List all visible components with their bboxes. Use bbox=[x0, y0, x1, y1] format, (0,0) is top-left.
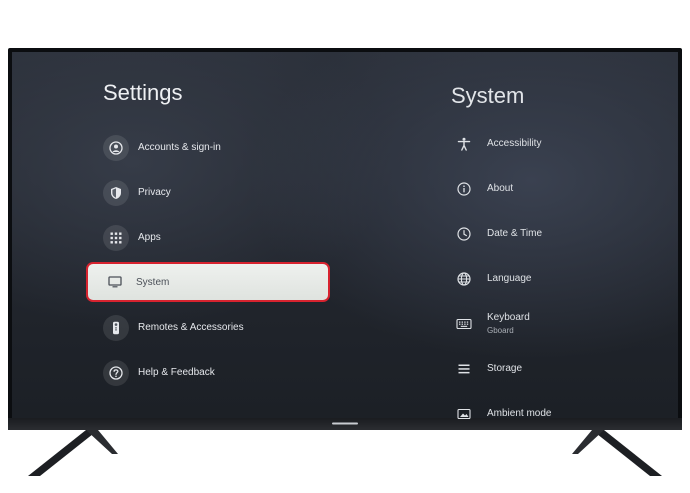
system-item-label: About bbox=[487, 183, 514, 194]
system-item-label: Accessibility bbox=[487, 138, 542, 149]
system-item-date-time[interactable]: Date & Time bbox=[452, 211, 662, 256]
clock-icon bbox=[453, 223, 475, 245]
menu-item-privacy[interactable]: Privacy bbox=[86, 170, 330, 215]
system-item-about[interactable]: About bbox=[452, 166, 662, 211]
menu-item-help[interactable]: Help & Feedback bbox=[86, 350, 330, 395]
photo-stage: Settings Accounts & sign-in Privacy Apps… bbox=[0, 0, 690, 493]
system-item-label: Ambient mode bbox=[487, 408, 552, 419]
menu-item-label: Accounts & sign-in bbox=[138, 142, 221, 153]
menu-item-system[interactable]: System bbox=[86, 262, 330, 302]
system-item-language[interactable]: Language bbox=[452, 256, 662, 301]
ambient-icon bbox=[453, 403, 475, 425]
system-item-label: Language bbox=[487, 273, 532, 284]
menu-item-label: Remotes & Accessories bbox=[138, 322, 244, 333]
storage-icon bbox=[453, 358, 475, 380]
system-item-label: Date & Time bbox=[487, 228, 543, 239]
globe-icon bbox=[453, 268, 475, 290]
remote-icon bbox=[103, 314, 129, 341]
brand-logo bbox=[318, 419, 372, 428]
account-icon bbox=[103, 134, 129, 161]
system-item-sublabel: Gboard bbox=[487, 326, 514, 335]
settings-title: Settings bbox=[103, 80, 183, 105]
keyboard-icon bbox=[453, 313, 475, 335]
system-item-accessibility[interactable]: Accessibility bbox=[452, 121, 662, 166]
tv-stand-right bbox=[572, 430, 662, 476]
accessibility-icon bbox=[453, 133, 475, 155]
system-item-label: Keyboard bbox=[487, 312, 530, 323]
shield-icon bbox=[103, 179, 129, 206]
system-item-label: Storage bbox=[487, 363, 523, 374]
tv-stand-left bbox=[28, 430, 118, 476]
info-icon bbox=[453, 178, 475, 200]
apps-grid-icon bbox=[103, 224, 129, 251]
menu-item-remotes[interactable]: Remotes & Accessories bbox=[86, 305, 330, 350]
menu-item-label: Privacy bbox=[138, 187, 171, 198]
system-item-storage[interactable]: Storage bbox=[452, 346, 662, 391]
settings-menu: Accounts & sign-in Privacy Apps System R… bbox=[86, 125, 330, 395]
help-icon bbox=[103, 359, 129, 386]
system-title: System bbox=[451, 83, 525, 108]
menu-item-label: Help & Feedback bbox=[138, 367, 215, 378]
menu-item-accounts[interactable]: Accounts & sign-in bbox=[86, 125, 330, 170]
menu-item-label: Apps bbox=[138, 232, 161, 243]
menu-item-label: System bbox=[136, 276, 170, 288]
menu-item-apps[interactable]: Apps bbox=[86, 215, 330, 260]
tv-monitor-icon bbox=[102, 269, 128, 295]
system-item-ambient-mode[interactable]: Ambient mode bbox=[452, 391, 662, 436]
system-item-keyboard[interactable]: Keyboard Gboard bbox=[452, 301, 662, 346]
system-menu: Accessibility About Date & Time Language… bbox=[452, 121, 662, 436]
